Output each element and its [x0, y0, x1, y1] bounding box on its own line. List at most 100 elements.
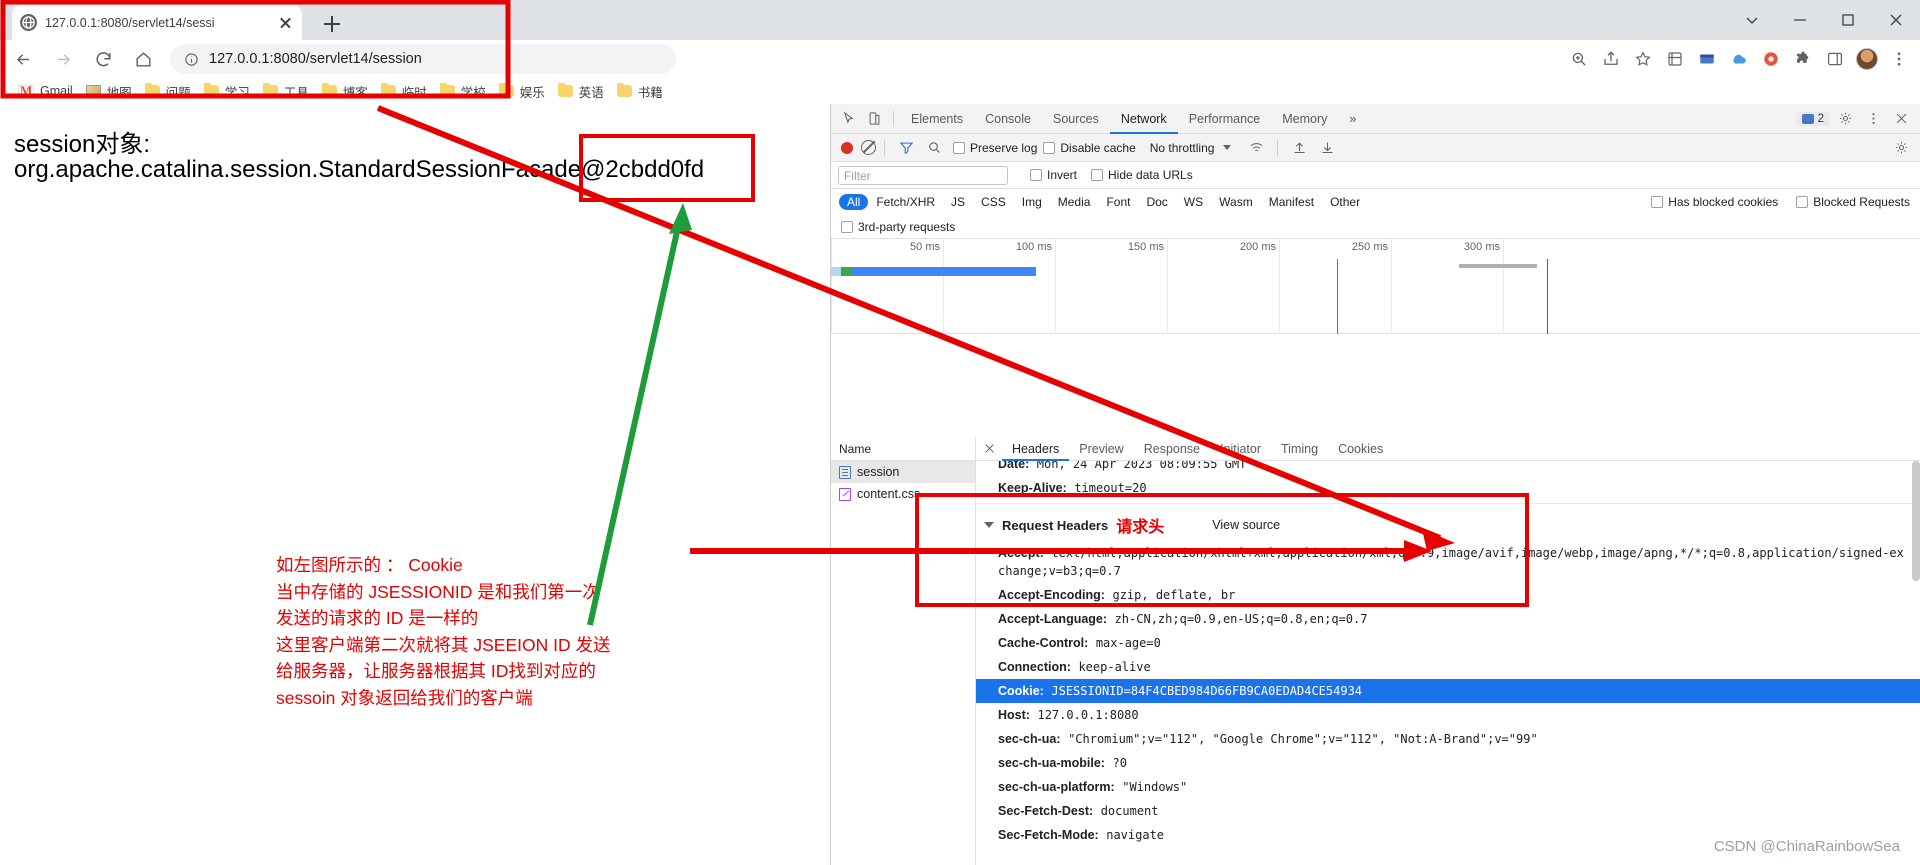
- view-source-link[interactable]: View source: [1212, 518, 1280, 532]
- more-tabs-button[interactable]: »: [1338, 104, 1367, 134]
- bookmark-folder-6[interactable]: 学校: [436, 80, 495, 103]
- sidepanel-icon[interactable]: [1820, 44, 1850, 74]
- type-filter-all[interactable]: All: [839, 194, 869, 210]
- search-icon[interactable]: [921, 136, 947, 160]
- checkbox-box[interactable]: [1091, 169, 1104, 181]
- new-tab-button[interactable]: [318, 10, 346, 38]
- kebab-menu-icon[interactable]: [1860, 107, 1886, 131]
- star-icon[interactable]: [1628, 44, 1658, 74]
- bookmark-maps[interactable]: 地图: [82, 80, 141, 103]
- checkbox-box[interactable]: [953, 141, 965, 154]
- type-filter-ws[interactable]: WS: [1176, 194, 1211, 210]
- wifi-icon[interactable]: [1243, 136, 1269, 160]
- header-row-cookie[interactable]: Cookie: JSESSIONID=84F4CBED984D66FB9CA0E…: [976, 679, 1920, 703]
- detail-tab-response[interactable]: Response: [1134, 437, 1210, 461]
- bookmark-folder-4[interactable]: 博客: [318, 80, 377, 103]
- filter-input[interactable]: Filter: [838, 165, 1008, 185]
- minimize-icon[interactable]: [1776, 0, 1824, 40]
- bookmark-folder-7[interactable]: 娱乐: [495, 80, 554, 103]
- tab-close-icon[interactable]: [277, 14, 294, 31]
- type-filter-media[interactable]: Media: [1050, 194, 1099, 210]
- chevron-down-icon[interactable]: [1223, 145, 1232, 150]
- record-icon[interactable]: [841, 141, 853, 154]
- reload-icon[interactable]: [86, 42, 120, 76]
- preserve-log-checkbox[interactable]: Preserve log: [953, 141, 1037, 155]
- bookmark-folder-3[interactable]: 工具: [259, 80, 318, 103]
- request-row-session[interactable]: session: [831, 461, 975, 483]
- type-filter-js[interactable]: JS: [943, 194, 973, 210]
- tab-network[interactable]: Network: [1109, 104, 1178, 134]
- home-icon[interactable]: [126, 42, 160, 76]
- type-filter-css[interactable]: CSS: [973, 194, 1014, 210]
- checkbox-box[interactable]: [1651, 196, 1664, 208]
- bookmark-folder-9[interactable]: 书籍: [613, 80, 672, 103]
- network-overview-timeline[interactable]: 50 ms 100 ms 150 ms 200 ms 250 ms 300 ms: [831, 239, 1920, 334]
- blocked-requests-checkbox[interactable]: Blocked Requests: [1796, 195, 1910, 209]
- detail-tab-initiator[interactable]: Initiator: [1210, 437, 1271, 461]
- menu-icon[interactable]: [1884, 44, 1914, 74]
- request-headers-section-header[interactable]: Request Headers 请求头 View source: [976, 507, 1920, 541]
- tab-console[interactable]: Console: [974, 104, 1042, 134]
- tab-sources[interactable]: Sources: [1042, 104, 1110, 134]
- avatar[interactable]: [1852, 44, 1882, 74]
- request-row-content-css[interactable]: content.css: [831, 483, 975, 505]
- invert-checkbox[interactable]: Invert: [1030, 168, 1077, 182]
- tab-performance[interactable]: Performance: [1178, 104, 1272, 134]
- clear-icon[interactable]: [861, 140, 876, 155]
- third-party-requests-checkbox[interactable]: 3rd-party requests: [841, 220, 955, 234]
- type-filter-manifest[interactable]: Manifest: [1261, 194, 1322, 210]
- circle-icon[interactable]: [1756, 44, 1786, 74]
- network-settings-gear-icon[interactable]: [1888, 136, 1914, 160]
- close-icon[interactable]: [1872, 0, 1920, 40]
- throttle-select[interactable]: No throttling: [1150, 141, 1215, 155]
- type-filter-other[interactable]: Other: [1322, 194, 1368, 210]
- issues-badge[interactable]: 2: [1795, 111, 1830, 126]
- tab-memory[interactable]: Memory: [1271, 104, 1338, 134]
- back-arrow-icon[interactable]: [6, 42, 40, 76]
- puzzle-icon[interactable]: [1788, 44, 1818, 74]
- detail-tab-headers[interactable]: Headers: [1002, 437, 1070, 461]
- cloud-icon[interactable]: [1724, 44, 1754, 74]
- type-filter-wasm[interactable]: Wasm: [1211, 194, 1261, 210]
- bookmark-folder-5[interactable]: 临时: [377, 80, 436, 103]
- address-bar[interactable]: 127.0.0.1:8080/servlet14/session: [170, 44, 676, 74]
- triangle-down-icon[interactable]: [984, 522, 994, 528]
- chevron-down-icon[interactable]: [1728, 0, 1776, 40]
- bookmark-folder-1[interactable]: 问题: [141, 80, 200, 103]
- gear-icon[interactable]: [1832, 107, 1858, 131]
- filter-icon[interactable]: [893, 136, 919, 160]
- bookmark-folder-8[interactable]: 英语: [554, 80, 613, 103]
- checkbox-box[interactable]: [1043, 141, 1056, 154]
- type-filter-font[interactable]: Font: [1098, 194, 1138, 210]
- request-name: session: [857, 465, 900, 479]
- detail-close-icon[interactable]: [976, 437, 1002, 461]
- zoom-icon[interactable]: [1564, 44, 1594, 74]
- export-icon[interactable]: [1314, 136, 1340, 160]
- tab-elements[interactable]: Elements: [900, 104, 974, 134]
- forward-arrow-icon[interactable]: [46, 42, 80, 76]
- type-filter-fetch-xhr[interactable]: Fetch/XHR: [868, 194, 943, 210]
- share-icon[interactable]: [1596, 44, 1626, 74]
- checkbox-box[interactable]: [841, 220, 853, 233]
- bookmark-folder-2[interactable]: 学习: [200, 80, 259, 103]
- has-blocked-cookies-checkbox[interactable]: Has blocked cookies: [1651, 195, 1778, 209]
- detail-scrollbar[interactable]: [1912, 461, 1920, 581]
- checkbox-box[interactable]: [1030, 169, 1042, 181]
- hide-data-urls-checkbox[interactable]: Hide data URLs: [1091, 168, 1193, 182]
- device-toolbar-icon[interactable]: [861, 107, 887, 131]
- detail-tab-cookies[interactable]: Cookies: [1328, 437, 1393, 461]
- detail-tab-preview[interactable]: Preview: [1069, 437, 1133, 461]
- inspect-element-icon[interactable]: [835, 107, 861, 131]
- type-filter-img[interactable]: Img: [1014, 194, 1050, 210]
- extensions-icon[interactable]: [1660, 44, 1690, 74]
- import-icon[interactable]: [1286, 136, 1312, 160]
- bookmark-gmail[interactable]: Gmail: [14, 82, 82, 100]
- browser-tab[interactable]: 127.0.0.1:8080/servlet14/sessi: [12, 5, 302, 40]
- type-filter-doc[interactable]: Doc: [1138, 194, 1175, 210]
- maximize-icon[interactable]: [1824, 0, 1872, 40]
- wallet-icon[interactable]: [1692, 44, 1722, 74]
- detail-tab-timing[interactable]: Timing: [1271, 437, 1328, 461]
- checkbox-box[interactable]: [1796, 196, 1809, 208]
- devtools-close-icon[interactable]: [1888, 107, 1914, 131]
- disable-cache-checkbox[interactable]: Disable cache: [1043, 141, 1136, 155]
